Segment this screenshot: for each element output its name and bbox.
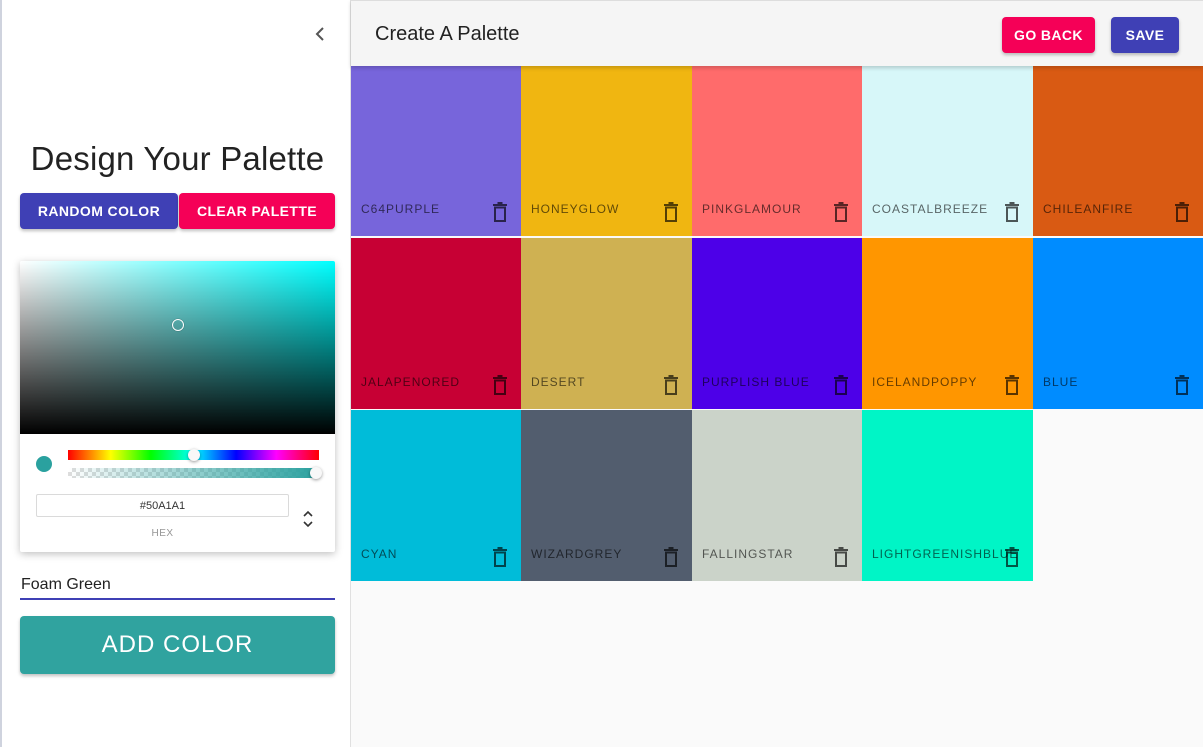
color-box-name: HONEYGLOW xyxy=(531,202,620,216)
color-box-name: PURPLISH BLUE xyxy=(702,375,810,389)
color-preview-swatch xyxy=(36,456,52,472)
app-bar: Create A Palette Go Back Save xyxy=(351,0,1203,66)
trash-icon[interactable] xyxy=(663,202,679,222)
trash-icon[interactable] xyxy=(492,547,508,567)
color-box[interactable]: WIZARDGREY xyxy=(521,410,692,581)
color-box-name: COASTALBREEZE xyxy=(872,202,989,216)
chevron-left-icon[interactable] xyxy=(308,22,332,46)
side-drawer: Design Your Palette Random Color Clear P… xyxy=(0,0,351,747)
color-box-name: FALLINGSTAR xyxy=(702,547,794,561)
alpha-slider-thumb[interactable] xyxy=(310,467,322,479)
color-box[interactable]: PURPLISH BLUE xyxy=(692,238,862,409)
up-down-arrows-icon[interactable] xyxy=(301,507,315,531)
color-box-name: ICELANDPOPPY xyxy=(872,375,978,389)
save-button[interactable]: Save xyxy=(1111,17,1179,53)
color-picker: HEX xyxy=(20,261,335,552)
hue-slider-thumb[interactable] xyxy=(188,449,200,461)
color-box-name: CHILEANFIRE xyxy=(1043,202,1134,216)
drawer-title: Design Your Palette xyxy=(30,140,325,177)
trash-icon[interactable] xyxy=(1004,202,1020,222)
color-box[interactable]: C64PURPLE xyxy=(351,66,521,236)
color-box-name: DESERT xyxy=(531,375,586,389)
trash-icon[interactable] xyxy=(1004,547,1020,567)
color-box[interactable]: COASTALBREEZE xyxy=(862,66,1033,236)
trash-icon[interactable] xyxy=(492,375,508,395)
color-box[interactable]: HONEYGLOW xyxy=(521,66,692,236)
palette-grid: C64PURPLE HONEYGLOW PINKGLAMOUR COASTALBREE… xyxy=(351,66,1203,747)
color-box[interactable]: CHILEANFIRE xyxy=(1033,66,1203,236)
color-box-name: WIZARDGREY xyxy=(531,547,623,561)
hex-input[interactable] xyxy=(36,494,289,517)
color-box-name: CYAN xyxy=(361,547,398,561)
page-title: Create A Palette xyxy=(375,23,520,45)
trash-icon[interactable] xyxy=(492,202,508,222)
color-box[interactable]: LIGHTGREENISHBLUE xyxy=(862,410,1033,581)
color-box[interactable]: CYAN xyxy=(351,410,521,581)
trash-icon[interactable] xyxy=(833,547,849,567)
saturation-area[interactable] xyxy=(20,261,335,434)
color-box[interactable]: DESERT xyxy=(521,238,692,409)
color-box-name: JALAPENORED xyxy=(361,375,461,389)
trash-icon[interactable] xyxy=(663,547,679,567)
saturation-cursor[interactable] xyxy=(172,319,184,331)
clear-palette-button[interactable]: Clear Palette xyxy=(179,193,335,229)
go-back-button[interactable]: Go Back xyxy=(1002,17,1095,53)
color-box-name: PINKGLAMOUR xyxy=(702,202,802,216)
color-box-name: LIGHTGREENISHBLUE xyxy=(872,547,1019,561)
alpha-slider[interactable] xyxy=(68,468,319,478)
color-box[interactable]: BLUE xyxy=(1033,238,1203,409)
hex-label: HEX xyxy=(151,528,174,539)
color-name-input[interactable] xyxy=(20,572,335,600)
color-box[interactable]: FALLINGSTAR xyxy=(692,410,862,581)
trash-icon[interactable] xyxy=(833,375,849,395)
trash-icon[interactable] xyxy=(1004,375,1020,395)
color-box-name: BLUE xyxy=(1043,375,1079,389)
color-box-name: C64PURPLE xyxy=(361,202,441,216)
add-color-button[interactable]: Add Color xyxy=(20,616,335,674)
trash-icon[interactable] xyxy=(1174,202,1190,222)
trash-icon[interactable] xyxy=(663,375,679,395)
random-color-button[interactable]: Random Color xyxy=(20,193,178,229)
color-box[interactable]: JALAPENORED xyxy=(351,238,521,409)
color-box[interactable]: PINKGLAMOUR xyxy=(692,66,862,236)
color-box[interactable]: ICELANDPOPPY xyxy=(862,238,1033,409)
trash-icon[interactable] xyxy=(833,202,849,222)
trash-icon[interactable] xyxy=(1174,375,1190,395)
